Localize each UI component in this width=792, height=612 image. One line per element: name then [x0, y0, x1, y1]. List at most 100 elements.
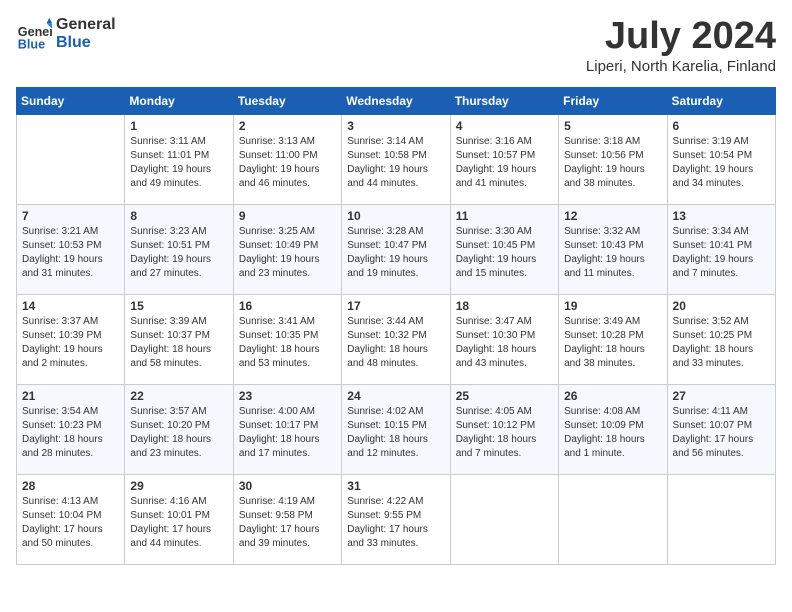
day-info: Sunrise: 3:19 AM Sunset: 10:54 PM Daylig…: [673, 135, 770, 191]
day-number: 15: [130, 299, 227, 313]
weekday-header-sunday: Sunday: [17, 87, 125, 114]
day-info: Sunrise: 3:52 AM Sunset: 10:25 PM Daylig…: [673, 315, 770, 371]
calendar-day-cell: 13 Sunrise: 3:34 AM Sunset: 10:41 PM Dayl…: [667, 204, 775, 294]
svg-text:Blue: Blue: [18, 37, 45, 51]
day-number: 10: [347, 209, 444, 223]
calendar-day-cell: [17, 114, 125, 204]
logo-text-general: General: [56, 16, 116, 34]
calendar-day-cell: 9Sunrise: 3:25 AM Sunset: 10:49 PM Dayli…: [233, 204, 341, 294]
logo-icon: General Blue: [16, 16, 52, 52]
calendar-day-cell: 2 Sunrise: 3:13 AM Sunset: 11:00 PM Dayli…: [233, 114, 341, 204]
calendar-day-cell: 25Sunrise: 4:05 AM Sunset: 10:12 PM Dayl…: [450, 384, 558, 474]
day-info: Sunrise: 3:21 AM Sunset: 10:53 PM Daylig…: [22, 225, 119, 281]
day-info: Sunrise: 3:25 AM Sunset: 10:49 PM Daylig…: [239, 225, 336, 281]
day-info: Sunrise: 4:22 AM Sunset: 9:55 PM Dayligh…: [347, 495, 444, 551]
day-number: 3: [347, 119, 444, 133]
calendar-day-cell: [450, 474, 558, 564]
day-info: Sunrise: 3:54 AM Sunset: 10:23 PM Daylig…: [22, 405, 119, 461]
day-number: 30: [239, 479, 336, 493]
day-number: 16: [239, 299, 336, 313]
page-header: General Blue General Blue July 2024 Lipe…: [16, 16, 776, 75]
calendar-day-cell: [559, 474, 667, 564]
calendar-day-cell: 21 Sunrise: 3:54 AM Sunset: 10:23 PM Dayl…: [17, 384, 125, 474]
day-info: Sunrise: 3:34 AM Sunset: 10:41 PM Daylig…: [673, 225, 770, 281]
day-info: Sunrise: 4:00 AM Sunset: 10:17 PM Daylig…: [239, 405, 336, 461]
day-number: 6: [673, 119, 770, 133]
calendar-day-cell: 10 Sunrise: 3:28 AM Sunset: 10:47 PM Dayl…: [342, 204, 450, 294]
calendar-day-cell: 12 Sunrise: 3:32 AM Sunset: 10:43 PM Dayl…: [559, 204, 667, 294]
calendar-day-cell: 24 Sunrise: 4:02 AM Sunset: 10:15 PM Dayl…: [342, 384, 450, 474]
day-number: 21: [22, 389, 119, 403]
day-number: 22: [130, 389, 227, 403]
calendar-day-cell: 18 Sunrise: 3:47 AM Sunset: 10:30 PM Dayl…: [450, 294, 558, 384]
day-number: 7: [22, 209, 119, 223]
logo-text-blue: Blue: [56, 34, 116, 52]
calendar-day-cell: 19 Sunrise: 3:49 AM Sunset: 10:28 PM Dayl…: [559, 294, 667, 384]
day-number: 5: [564, 119, 661, 133]
weekday-header-thursday: Thursday: [450, 87, 558, 114]
day-info: Sunrise: 3:41 AM Sunset: 10:35 PM Daylig…: [239, 315, 336, 371]
calendar-day-cell: 11 Sunrise: 3:30 AM Sunset: 10:45 PM Dayl…: [450, 204, 558, 294]
day-number: 19: [564, 299, 661, 313]
calendar-week-row: 1 Sunrise: 3:11 AM Sunset: 11:01 PM Dayli…: [17, 114, 776, 204]
day-info: Sunrise: 3:47 AM Sunset: 10:30 PM Daylig…: [456, 315, 553, 371]
calendar-body: 1 Sunrise: 3:11 AM Sunset: 11:01 PM Dayli…: [17, 114, 776, 564]
logo: General Blue General Blue: [16, 16, 116, 52]
day-info: Sunrise: 3:32 AM Sunset: 10:43 PM Daylig…: [564, 225, 661, 281]
day-number: 23: [239, 389, 336, 403]
calendar-day-cell: 26 Sunrise: 4:08 AM Sunset: 10:09 PM Dayl…: [559, 384, 667, 474]
calendar-day-cell: 3 Sunrise: 3:14 AM Sunset: 10:58 PM Dayli…: [342, 114, 450, 204]
weekday-header-friday: Friday: [559, 87, 667, 114]
day-info: Sunrise: 4:16 AM Sunset: 10:01 PM Daylig…: [130, 495, 227, 551]
weekday-header-saturday: Saturday: [667, 87, 775, 114]
day-number: 4: [456, 119, 553, 133]
day-info: Sunrise: 4:02 AM Sunset: 10:15 PM Daylig…: [347, 405, 444, 461]
calendar-day-cell: 31Sunrise: 4:22 AM Sunset: 9:55 PM Dayli…: [342, 474, 450, 564]
calendar-day-cell: 17 Sunrise: 3:44 AM Sunset: 10:32 PM Dayl…: [342, 294, 450, 384]
day-number: 26: [564, 389, 661, 403]
day-number: 29: [130, 479, 227, 493]
day-number: 2: [239, 119, 336, 133]
day-number: 13: [673, 209, 770, 223]
calendar-week-row: 14Sunrise: 3:37 AM Sunset: 10:39 PM Dayl…: [17, 294, 776, 384]
day-info: Sunrise: 3:49 AM Sunset: 10:28 PM Daylig…: [564, 315, 661, 371]
calendar-day-cell: 6 Sunrise: 3:19 AM Sunset: 10:54 PM Dayli…: [667, 114, 775, 204]
calendar-day-cell: 4 Sunrise: 3:16 AM Sunset: 10:57 PM Dayli…: [450, 114, 558, 204]
day-info: Sunrise: 3:13 AM Sunset: 11:00 PM Daylig…: [239, 135, 336, 191]
day-info: Sunrise: 3:18 AM Sunset: 10:56 PM Daylig…: [564, 135, 661, 191]
calendar-day-cell: 22 Sunrise: 3:57 AM Sunset: 10:20 PM Dayl…: [125, 384, 233, 474]
day-number: 24: [347, 389, 444, 403]
day-info: Sunrise: 3:14 AM Sunset: 10:58 PM Daylig…: [347, 135, 444, 191]
day-number: 25: [456, 389, 553, 403]
day-number: 18: [456, 299, 553, 313]
month-title: July 2024: [586, 16, 776, 58]
day-number: 12: [564, 209, 661, 223]
day-info: Sunrise: 3:44 AM Sunset: 10:32 PM Daylig…: [347, 315, 444, 371]
day-number: 8: [130, 209, 227, 223]
day-number: 14: [22, 299, 119, 313]
calendar-table: SundayMondayTuesdayWednesdayThursdayFrid…: [16, 87, 776, 565]
calendar-day-cell: 14Sunrise: 3:37 AM Sunset: 10:39 PM Dayl…: [17, 294, 125, 384]
title-section: July 2024 Liperi, North Karelia, Finland: [586, 16, 776, 75]
day-number: 17: [347, 299, 444, 313]
day-info: Sunrise: 4:08 AM Sunset: 10:09 PM Daylig…: [564, 405, 661, 461]
day-info: Sunrise: 3:11 AM Sunset: 11:01 PM Daylig…: [130, 135, 227, 191]
day-number: 1: [130, 119, 227, 133]
day-info: Sunrise: 3:28 AM Sunset: 10:47 PM Daylig…: [347, 225, 444, 281]
calendar-day-cell: 30Sunrise: 4:19 AM Sunset: 9:58 PM Dayli…: [233, 474, 341, 564]
calendar-day-cell: 20 Sunrise: 3:52 AM Sunset: 10:25 PM Dayl…: [667, 294, 775, 384]
weekday-header-tuesday: Tuesday: [233, 87, 341, 114]
day-info: Sunrise: 3:16 AM Sunset: 10:57 PM Daylig…: [456, 135, 553, 191]
day-info: Sunrise: 3:30 AM Sunset: 10:45 PM Daylig…: [456, 225, 553, 281]
calendar-day-cell: 16 Sunrise: 3:41 AM Sunset: 10:35 PM Dayl…: [233, 294, 341, 384]
day-number: 11: [456, 209, 553, 223]
calendar-day-cell: 8Sunrise: 3:23 AM Sunset: 10:51 PM Dayli…: [125, 204, 233, 294]
day-info: Sunrise: 4:13 AM Sunset: 10:04 PM Daylig…: [22, 495, 119, 551]
day-info: Sunrise: 3:39 AM Sunset: 10:37 PM Daylig…: [130, 315, 227, 371]
location-title: Liperi, North Karelia, Finland: [586, 58, 776, 75]
calendar-day-cell: 28 Sunrise: 4:13 AM Sunset: 10:04 PM Dayl…: [17, 474, 125, 564]
day-info: Sunrise: 4:11 AM Sunset: 10:07 PM Daylig…: [673, 405, 770, 461]
day-number: 20: [673, 299, 770, 313]
day-number: 28: [22, 479, 119, 493]
day-info: Sunrise: 3:57 AM Sunset: 10:20 PM Daylig…: [130, 405, 227, 461]
